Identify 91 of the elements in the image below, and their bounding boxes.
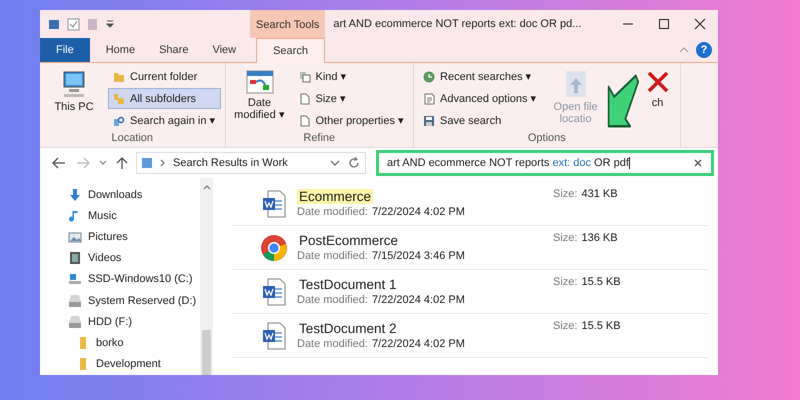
- search-field[interactable]: art AND ecommerce NOT reports ext: doc OR pdf: [376, 150, 714, 176]
- scroll-thumb[interactable]: [202, 330, 211, 375]
- size-value: 431 KB: [581, 188, 618, 200]
- sidebar-item[interactable]: Downloads: [68, 184, 200, 206]
- address-path[interactable]: Search Results in Work: [173, 157, 288, 169]
- checkbox-icon[interactable]: [67, 18, 80, 30]
- file-name: TestDocument 1: [298, 277, 398, 292]
- document-icon: [262, 190, 286, 218]
- scrollbar[interactable]: [200, 178, 213, 375]
- customize-arrow-icon[interactable]: [105, 18, 115, 30]
- size-label: Size:: [553, 232, 578, 244]
- document-icon: [262, 322, 286, 350]
- size-label: Size:: [553, 188, 578, 200]
- sidebar-item[interactable]: Videos: [68, 248, 200, 269]
- ribbon-button[interactable]: Recent searches ▾: [418, 66, 542, 87]
- file-row[interactable]: TestDocument 2 Date modified: 7/22/2024 4:02 PM Size: 15.5 KB: [233, 314, 708, 358]
- file-row[interactable]: TestDocument 1 Date modified: 7/22/2024 4:02 PM Size: 15.5 KB: [233, 270, 708, 314]
- ribbon-button[interactable]: Size ▾: [294, 88, 410, 109]
- date-label: Date modified:: [297, 294, 368, 306]
- file-name: PostEcommerce: [298, 233, 400, 248]
- page-icon: [298, 114, 310, 126]
- sidebar-item[interactable]: borko: [68, 332, 200, 354]
- folder-up-icon: [564, 70, 587, 98]
- drive-icon: [68, 294, 82, 308]
- collapse-caret-icon[interactable]: [678, 45, 690, 55]
- sidebar-item[interactable]: Music: [68, 205, 200, 226]
- help-button[interactable]: ?: [696, 42, 712, 58]
- size-value: 15.5 KB: [581, 320, 621, 332]
- breadcrumb-chevron-icon: [159, 158, 167, 168]
- sidebar-item[interactable]: HDD (F:): [68, 311, 200, 333]
- folder-search-icon: [113, 114, 125, 126]
- ribbon-button[interactable]: Advanced options ▾: [418, 88, 542, 109]
- size-label: Size:: [553, 276, 578, 288]
- clear-x-icon[interactable]: [693, 158, 703, 168]
- file-types-icon: [298, 70, 310, 82]
- ribbon-button[interactable]: Date modified ▾: [230, 66, 290, 125]
- folders-icon: [113, 92, 125, 104]
- size-value: 136 KB: [581, 232, 618, 244]
- ribbon-button[interactable]: Other properties ▾: [294, 110, 410, 131]
- sidebar-item[interactable]: Development: [68, 354, 200, 375]
- ribbon-button[interactable]: Save search: [418, 110, 542, 131]
- clock-icon: [423, 70, 436, 82]
- ribbon-tab[interactable]: View: [200, 38, 248, 62]
- ribbon-button[interactable]: Current folder: [108, 66, 220, 87]
- browser-logo-icon: [260, 234, 288, 262]
- file-name: Ecommerce: [297, 189, 374, 204]
- ribbon-tab[interactable]: Share: [147, 38, 200, 62]
- ribbon-button[interactable]: This PC: [44, 66, 104, 117]
- monitor-icon: [61, 70, 87, 98]
- cross-icon: [646, 70, 670, 94]
- date-label: Date modified:: [297, 250, 368, 262]
- dropdown-caret-icon[interactable]: [329, 158, 341, 168]
- ribbon-button[interactable]: All subfolders: [108, 88, 220, 109]
- address-bar[interactable]: Search Results in Work: [136, 152, 366, 174]
- date-value: 7/22/2024 4:02 PM: [372, 338, 465, 350]
- group-label: Options: [526, 132, 567, 146]
- date-value: 7/22/2024 4:02 PM: [372, 206, 465, 218]
- list-page-icon: [423, 92, 436, 104]
- file-menu-tab[interactable]: File: [40, 38, 90, 62]
- ribbon-button[interactable]: ch: [640, 66, 676, 113]
- group-label: Refine: [302, 132, 336, 146]
- date-label: Date modified:: [297, 338, 368, 350]
- up-arrow-icon[interactable]: [114, 155, 130, 171]
- date-value: 7/22/2024 4:02 PM: [372, 294, 465, 306]
- date-label: Date modified:: [297, 206, 368, 218]
- ribbon-button[interactable]: Search again in ▾: [108, 110, 220, 131]
- ribbon-tab[interactable]: Search: [256, 38, 325, 63]
- size-value: 15.5 KB: [581, 276, 621, 288]
- window-title: art AND ecommerce NOT reports ext: doc OR pd...: [332, 18, 582, 30]
- scroll-up-icon[interactable]: [202, 184, 210, 190]
- group-label: Location: [110, 132, 154, 146]
- back-arrow-icon[interactable]: [50, 155, 68, 171]
- calendar-icon: [246, 70, 274, 94]
- drive-icon: [68, 314, 82, 329]
- sidebar-item[interactable]: Pictures: [68, 226, 200, 248]
- file-name: TestDocument 2: [298, 321, 398, 336]
- ribbon-button[interactable]: Kind ▾: [294, 66, 410, 87]
- contextual-tab-header: Search Tools: [250, 10, 326, 38]
- picture-icon: [68, 230, 82, 244]
- download-arrow-icon: [68, 188, 82, 202]
- refresh-icon[interactable]: [347, 156, 361, 170]
- file-row[interactable]: PostEcommerce Date modified: 7/15/2024 3:46 PM Size: 136 KB: [233, 226, 708, 270]
- file-row[interactable]: Ecommerce Date modified: 7/22/2024 4:02 PM Size: 431 KB: [233, 182, 708, 226]
- document-icon: [262, 278, 286, 306]
- sidebar-item[interactable]: System Reserved (D:): [68, 290, 200, 312]
- date-value: 7/15/2024 3:46 PM: [372, 250, 465, 262]
- ribbon-tab[interactable]: Home: [94, 38, 148, 62]
- sidebar-item[interactable]: SSD-Windows10 (C:): [68, 268, 200, 290]
- page-icon: [298, 92, 310, 104]
- film-icon: [68, 251, 82, 266]
- size-label: Size:: [553, 320, 578, 332]
